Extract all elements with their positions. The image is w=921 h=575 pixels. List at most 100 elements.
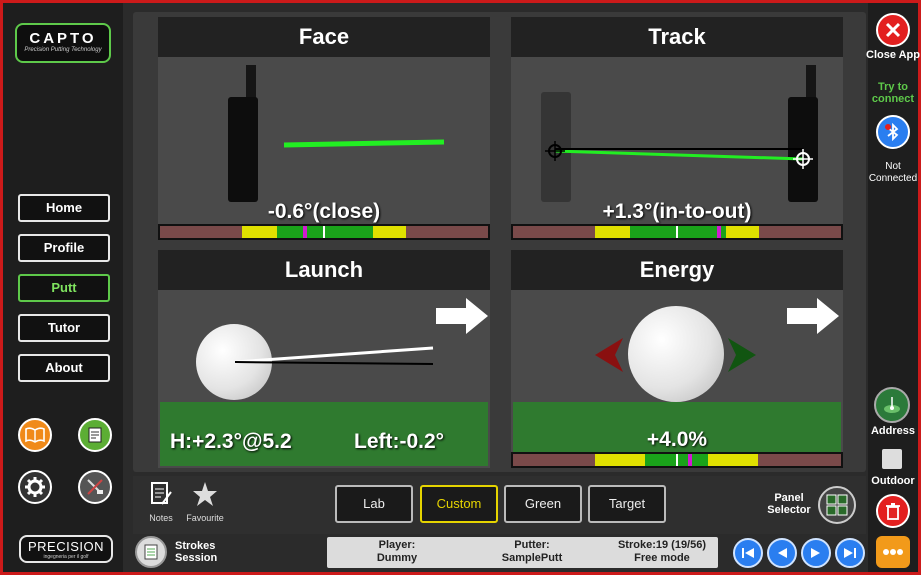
track-panel: Track +1.3°(in-to-out) [511,17,843,240]
session-icon [144,544,158,560]
player-label: Player: [378,539,416,551]
nav-tutor-button[interactable]: Tutor [18,314,110,342]
face-value: -0.6°(close) [267,200,381,223]
precision-brand: PRECISION [27,539,104,554]
notes-label: Notes [149,513,173,523]
left-sidebar: CAPTO Precision Putting Technology Home … [3,3,123,572]
notes-button[interactable]: Notes [143,480,179,523]
launch-h-value: H:+2.3°@5.2 [170,430,292,453]
nav-profile-button[interactable]: Profile [18,234,110,262]
golf-ball [628,306,724,402]
bar-yellow-right [373,226,406,238]
launch-lines [234,346,434,365]
putter-tools-icon[interactable] [78,470,112,504]
favourite-button[interactable]: Favourite [185,480,225,523]
bar-marker [688,454,692,466]
energy-bar [511,452,843,468]
bar-center [676,226,678,238]
panel-selector-label: Panel Selector [767,492,811,516]
skip-back-icon [742,548,754,558]
track-value: +1.3°(in-to-out) [602,200,752,223]
face-bar [158,224,490,240]
skip-forward-icon [844,548,856,558]
chevron-right-icon [728,338,756,372]
face-angle-line [283,139,445,148]
strokes-session-button[interactable] [135,536,167,568]
capto-logo: CAPTO Precision Putting Technology [15,23,111,63]
close-icon [885,22,901,38]
bar-marker [717,226,721,238]
bar-center [323,226,325,238]
putter-value: SamplePutt [501,552,563,564]
more-icon [883,549,903,555]
favourite-label: Favourite [186,513,224,523]
last-stroke-button[interactable] [835,538,865,568]
precision-logo: PRECISION ingegneria per il golf [19,535,113,563]
bar-yellow-right [726,226,759,238]
outdoor-label: Outdoor [871,475,915,487]
panel-selector-button[interactable] [818,486,856,524]
launch-panel: Launch H:+2.3°@5.2 Left:-0.2° [158,250,490,468]
next-arrow-icon[interactable] [787,298,841,334]
try-connect-label[interactable]: Try to connect [863,81,921,105]
bluetooth-connect-button[interactable] [876,115,910,149]
info-bar: Player: Dummy Putter: SamplePutt Stroke:… [327,537,718,568]
launch-title: Launch [158,250,490,290]
address-label: Address [870,425,916,437]
address-button[interactable] [874,387,910,423]
strokes-session-label: Strokes Session [175,540,218,564]
tab-green[interactable]: Green [504,485,582,523]
connection-status: Not Connected [868,161,918,184]
energy-value: +4.0% [646,428,708,451]
energy-panel: Energy +4.0% [511,250,843,468]
bluetooth-icon [885,123,899,141]
outdoor-checkbox[interactable] [882,449,902,469]
notes-icon [151,482,172,505]
bar-yellow-right [708,454,758,466]
stroke-counter: Stroke:19 (19/56) [617,539,707,551]
putter-head [228,97,258,202]
next-stroke-button[interactable] [801,538,831,568]
book-icon[interactable] [18,418,52,452]
bar-marker [303,226,307,238]
launch-left-value: Left:-0.2° [354,430,445,453]
panel-grid-icon [826,494,848,516]
main-panels: Face -0.6°(close) Track +1.3°(in-to-out)… [133,12,866,472]
bar-green [277,226,373,238]
scorecard-icon[interactable] [78,418,112,452]
face-panel: Face -0.6°(close) [158,17,490,240]
chevron-left-icon [595,338,623,372]
logo-brand: CAPTO [29,30,97,47]
next-icon [811,548,820,558]
right-sidebar: Close App Try to connect Not Connected A… [866,3,920,572]
mode-value: Free mode [634,552,690,564]
address-icon [884,397,900,413]
trash-icon [886,503,900,520]
nav-about-button[interactable]: About [18,354,110,382]
track-title: Track [511,17,843,57]
nav-putt-button[interactable]: Putt [18,274,110,302]
previous-icon [778,548,787,558]
delete-button[interactable] [876,494,910,528]
first-stroke-button[interactable] [733,538,763,568]
track-bar [511,224,843,240]
bar-yellow-left [595,226,630,238]
energy-title: Energy [511,250,843,290]
precision-tagline: ingegneria per il golf [43,554,89,560]
more-options-button[interactable] [876,536,910,568]
close-app-label: Close App [866,49,920,61]
putter-label: Putter: [514,539,550,551]
close-app-button[interactable] [876,13,910,47]
bar-yellow-left [242,226,277,238]
next-arrow-icon[interactable] [436,298,490,334]
track-path [545,141,813,169]
previous-stroke-button[interactable] [767,538,797,568]
settings-gear-icon[interactable] [18,470,52,504]
nav-home-button[interactable]: Home [18,194,110,222]
tab-lab[interactable]: Lab [335,485,413,523]
logo-tagline: Precision Putting Technology [24,47,102,53]
tab-target[interactable]: Target [588,485,666,523]
star-icon [193,482,217,506]
bar-center [676,454,678,466]
tab-custom[interactable]: Custom [420,485,498,523]
